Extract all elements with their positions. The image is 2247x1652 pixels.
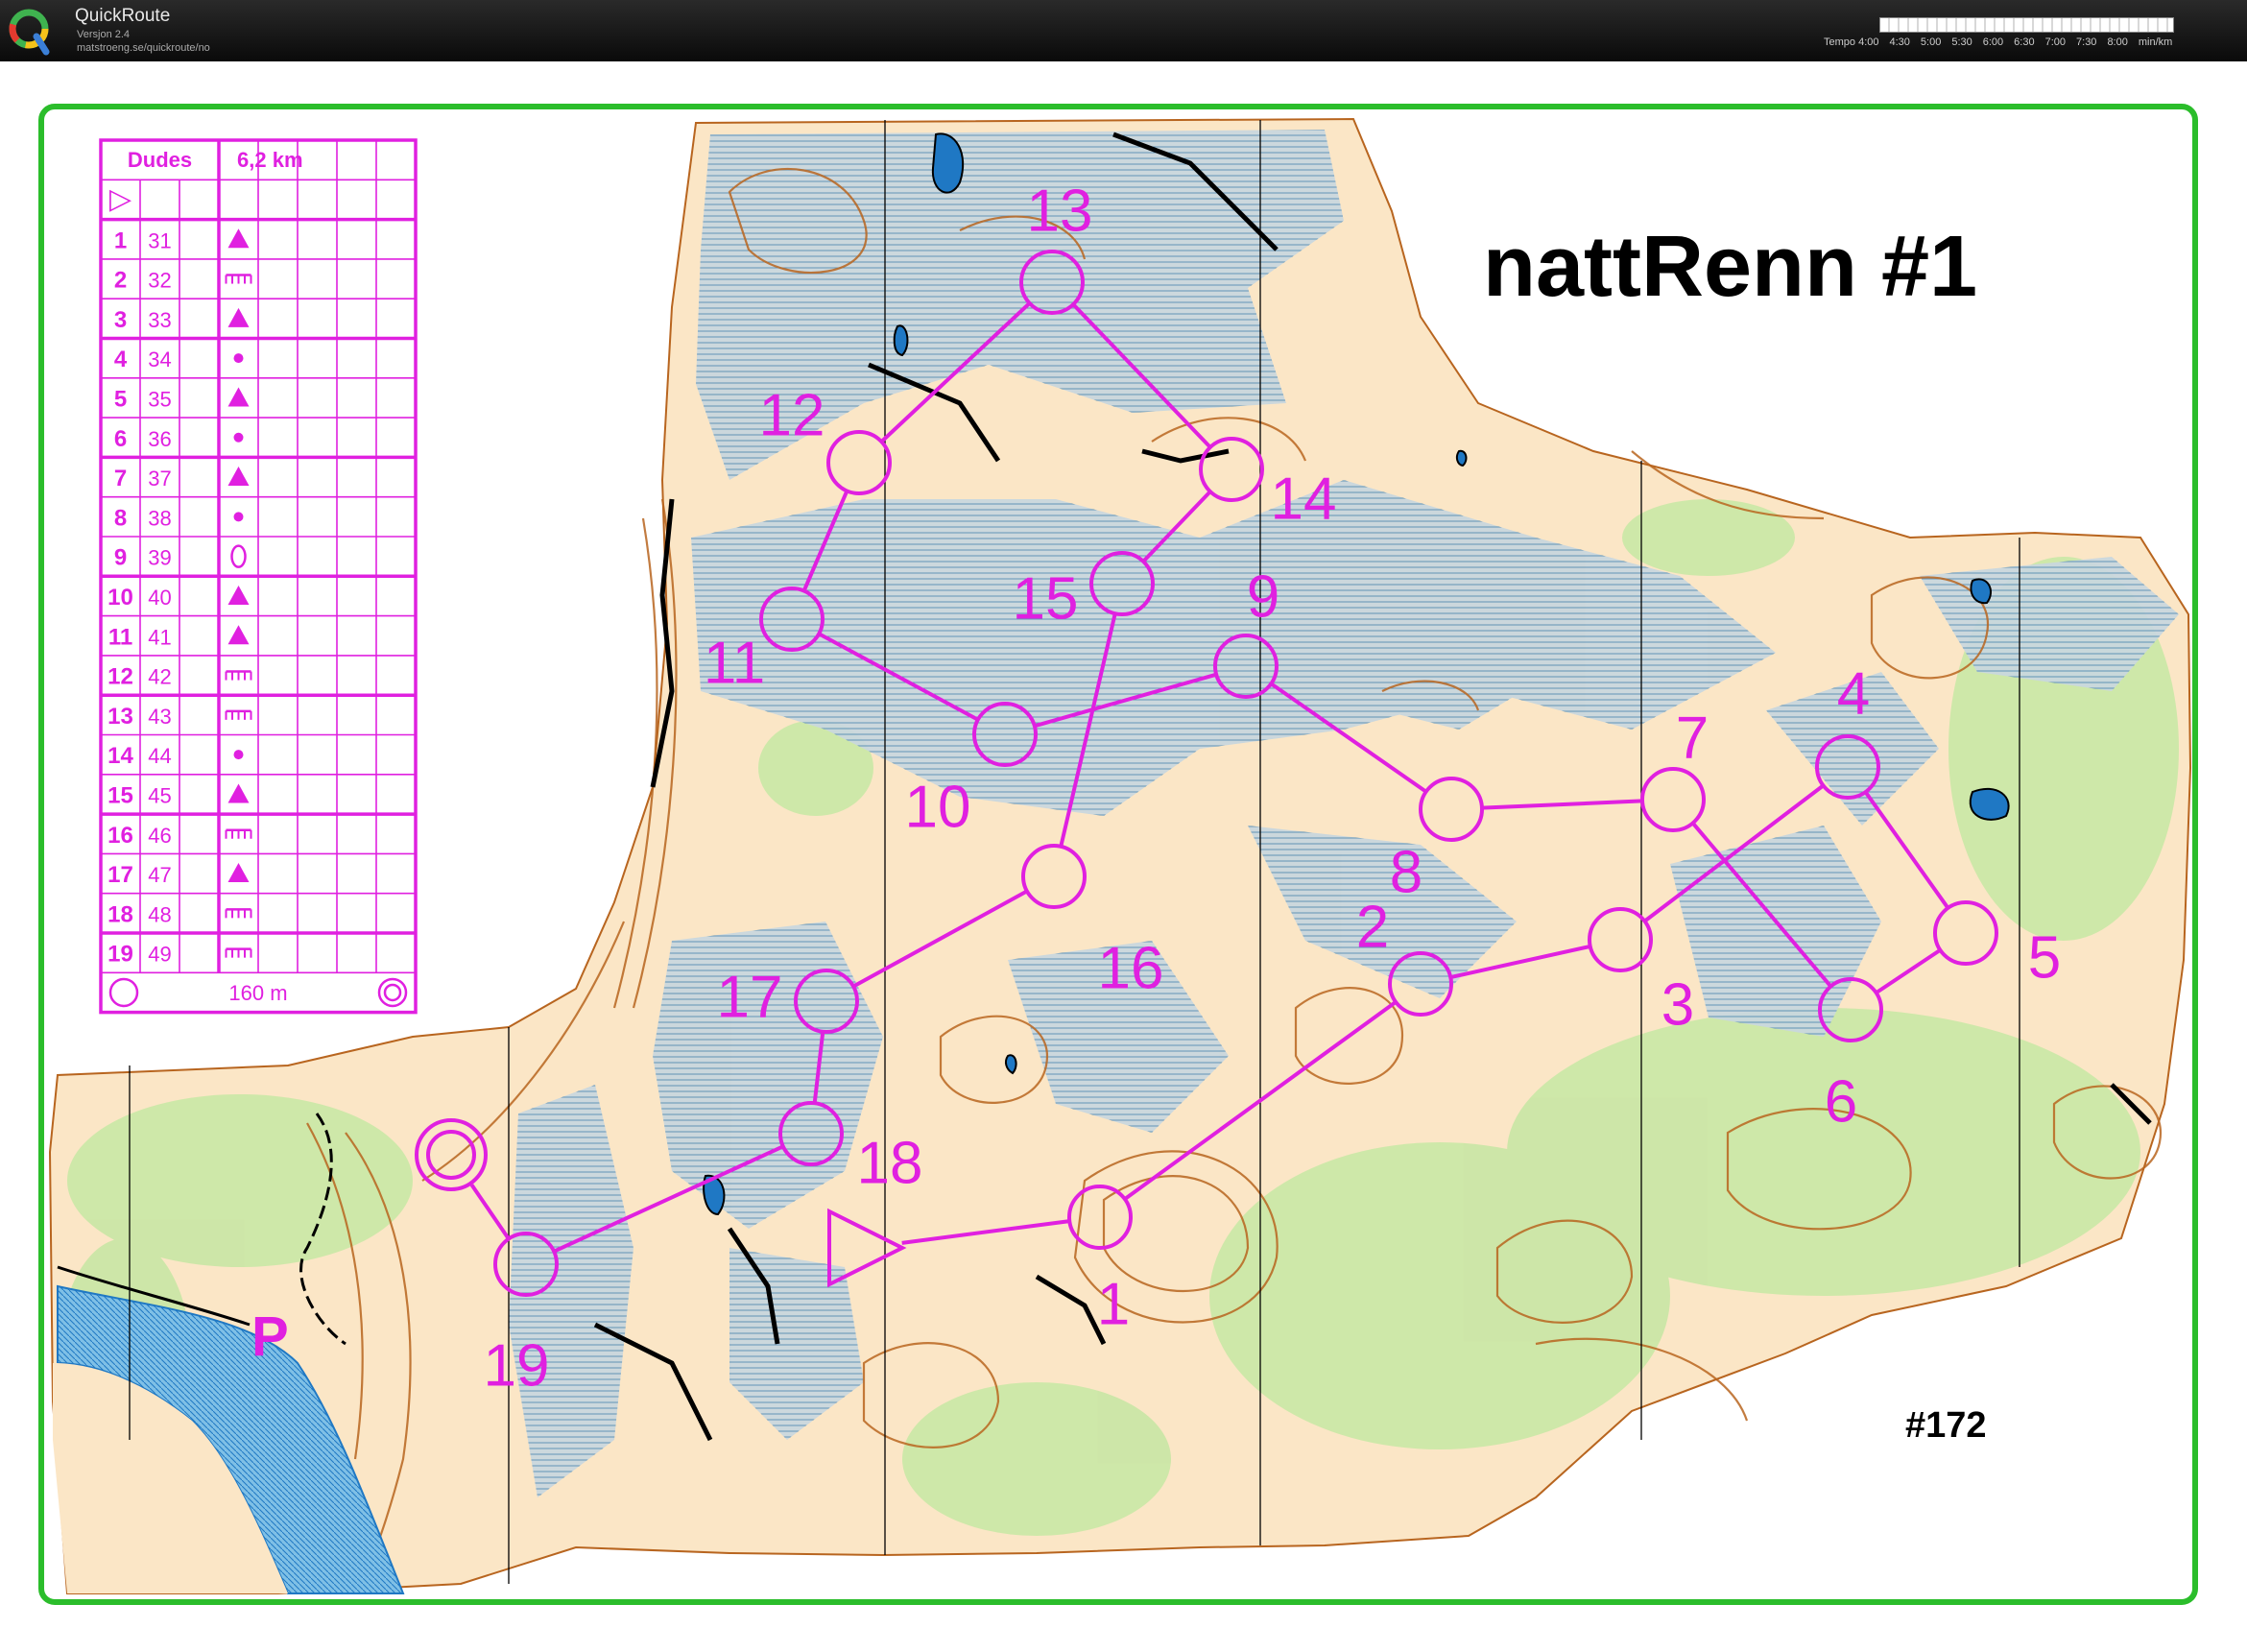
app-version: Versjon 2.4 [77,29,131,40]
desc-row-code: 48 [148,902,171,926]
orienteering-map[interactable]: 12345678910111213141516171819 P nattRenn… [0,61,2247,1652]
control-number-14: 14 [1271,466,1337,532]
app-url: matstroeng.se/quickroute/no [77,42,210,54]
map-paper: 1 2 3 4 5 6 7 8 9 10 11 12 13 14 15 16 17 18 19 P nattRenn… [0,61,2247,1652]
tempo-tick-9: min/km [2138,36,2173,48]
control-number-17: 17 [717,964,783,1030]
tempo-tick-5: 6:30 [2014,36,2035,48]
tempo-legend: Tempo 4:00 4:30 5:00 5:30 6:00 6:30 7:00 7:30 8:… [1824,36,2183,48]
tempo-tick-4: 6:00 [1982,36,2004,48]
desc-row-number: 14 [108,743,133,769]
desc-row-code: 34 [148,347,171,371]
control-number-6: 6 [1825,1068,1857,1135]
tempo-color-scale [1879,17,2174,33]
control-number-7: 7 [1676,705,1709,771]
tempo-tick-2: 5:00 [1920,36,1942,48]
boulder-dot-icon [233,750,244,760]
control-number-13: 13 [1027,178,1093,244]
desc-row-number: 19 [108,942,133,968]
desc-row-code: 32 [148,269,171,293]
desc-row-number: 15 [108,783,133,809]
desc-row-number: 1 [114,227,127,253]
desc-row-code: 43 [148,705,171,729]
desc-row-number: 17 [108,862,133,888]
finish-distance: 160 m [228,981,287,1005]
tempo-tick-7: 7:30 [2076,36,2097,48]
desc-row-number: 10 [108,585,133,611]
title-bar: QuickRoute Versjon 2.4 matstroeng.se/qui… [0,0,2247,61]
desc-row-code: 33 [148,308,171,332]
desc-row-number: 12 [108,664,133,690]
boulder-dot-icon [233,353,244,364]
desc-row-code: 47 [148,863,171,887]
desc-row-code: 39 [148,546,171,570]
desc-row-code: 42 [148,665,171,689]
desc-row-code: 45 [148,784,171,808]
control-number-12: 12 [759,382,825,448]
control-number-18: 18 [857,1130,923,1196]
control-number-9: 9 [1247,563,1279,630]
start-symbol: ▷ [109,182,131,216]
desc-row-number: 9 [114,545,127,571]
desc-row-number: 6 [114,426,127,452]
desc-row-code: 46 [148,824,171,848]
control-number-8: 8 [1390,839,1422,905]
desc-row-code: 41 [148,625,171,649]
control-number-11: 11 [704,630,765,696]
desc-row-number: 2 [114,268,127,294]
desc-row-number: 3 [114,307,127,333]
control-number-19: 19 [484,1332,550,1399]
desc-row-code: 31 [148,228,171,252]
boulder-dot-icon [233,512,244,522]
control-number-4: 4 [1837,660,1870,727]
course-length: 6,2 km [237,148,303,172]
tempo-tick-3: 5:30 [1951,36,1972,48]
desc-row-code: 36 [148,427,171,451]
control-number-2: 2 [1356,894,1389,960]
control-number-3: 3 [1661,971,1694,1038]
desc-row-number: 18 [108,901,133,927]
desc-row-number: 13 [108,704,133,730]
boulder-dot-icon [233,432,244,443]
tempo-tick-0: Tempo 4:00 [1824,36,1879,48]
desc-row-code: 40 [148,586,171,610]
map-id: #172 [1905,1405,1987,1446]
desc-row-number: 7 [114,466,127,491]
control-number-1: 1 [1097,1271,1130,1337]
control-description-sheet: Dudes 6,2 km▷1 312 323 334 345 356 367 378 389 391… [99,138,418,1015]
desc-row-code: 35 [148,388,171,412]
app-name: QuickRoute [75,6,171,26]
desc-row-code: 44 [148,744,171,768]
desc-row-code: 38 [148,506,171,530]
tempo-tick-6: 7:00 [2044,36,2067,48]
control-number-10: 10 [905,774,971,840]
parking-label: P [251,1305,289,1368]
tempo-tick-1: 4:30 [1889,36,1910,48]
tempo-tick-8: 8:00 [2107,36,2128,48]
class-name: Dudes [128,148,192,172]
control-number-5: 5 [2028,924,2061,991]
map-title: nattRenn #1 [1483,219,1977,315]
desc-row-number: 8 [114,505,127,531]
quickroute-logo-icon [9,9,50,56]
desc-row-number: 11 [108,624,132,650]
desc-row-number: 5 [114,387,127,413]
desc-row-code: 49 [148,943,171,967]
desc-row-code: 37 [148,467,171,491]
desc-row-number: 16 [108,823,133,849]
control-number-15: 15 [1013,565,1079,632]
control-number-16: 16 [1098,935,1164,1001]
desc-row-number: 4 [114,347,128,372]
